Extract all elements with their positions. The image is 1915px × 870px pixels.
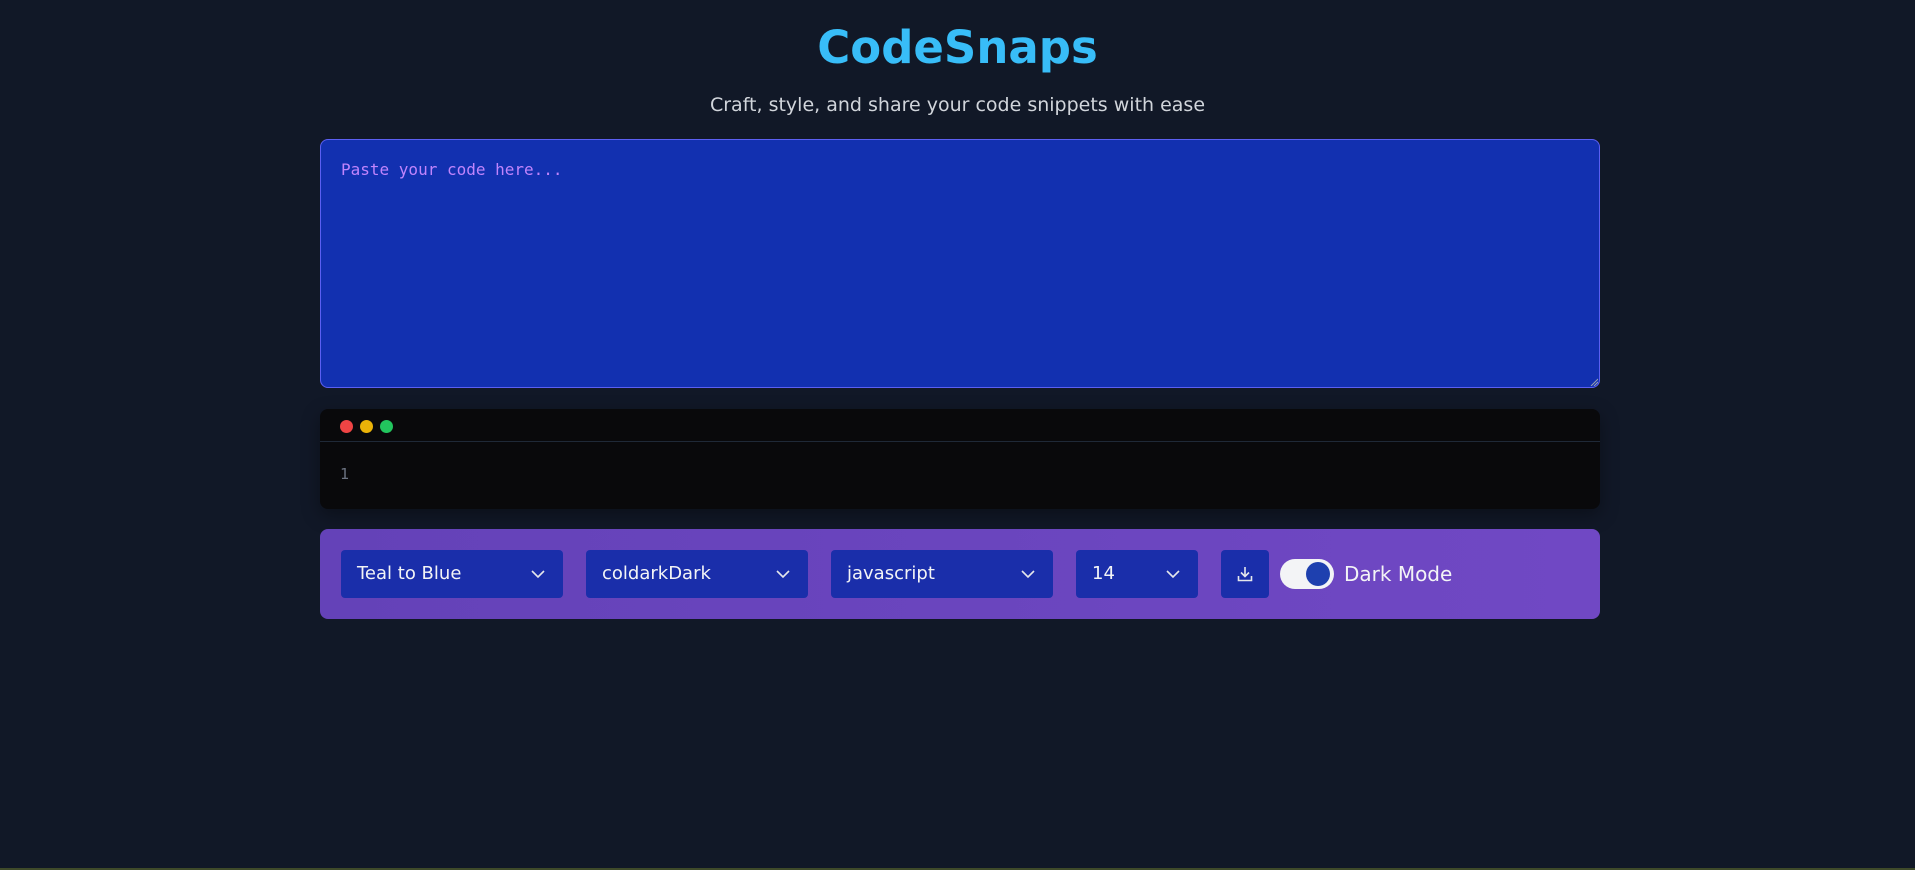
code-preview-window: 1 [320,409,1600,509]
dark-mode-toggle[interactable] [1280,559,1334,589]
line-number: 1 [340,465,350,483]
language-select[interactable]: javascript [831,550,1053,598]
language-select-value: javascript [847,563,935,584]
download-icon [1237,567,1253,582]
code-input[interactable] [320,139,1600,388]
font-size-select-value: 14 [1092,563,1115,584]
resize-grip-icon[interactable] [1590,378,1598,386]
page: CodeSnaps Craft, style, and share your c… [0,0,1915,870]
theme-select[interactable]: coldarkDark [586,550,808,598]
page-subtitle: Craft, style, and share your code snippe… [709,94,1206,116]
toggle-knob [1306,562,1330,586]
page-title: CodeSnaps [817,21,1098,74]
window-minimize-dot-icon [360,420,373,433]
background-select[interactable]: Teal to Blue [341,550,563,598]
window-title-bar [320,409,1600,442]
window-maximize-dot-icon [380,420,393,433]
chevron-down-icon [1021,550,1035,598]
dark-mode-label: Dark Mode [1344,562,1453,586]
chevron-down-icon [531,550,545,598]
background-select-value: Teal to Blue [357,563,462,584]
theme-select-value: coldarkDark [602,563,711,584]
settings-toolbar: Teal to Blue coldarkDark javascript 14 D… [320,529,1600,619]
window-close-dot-icon [340,420,353,433]
download-button[interactable] [1221,550,1269,598]
font-size-select[interactable]: 14 [1076,550,1198,598]
chevron-down-icon [776,550,790,598]
chevron-down-icon [1166,550,1180,598]
